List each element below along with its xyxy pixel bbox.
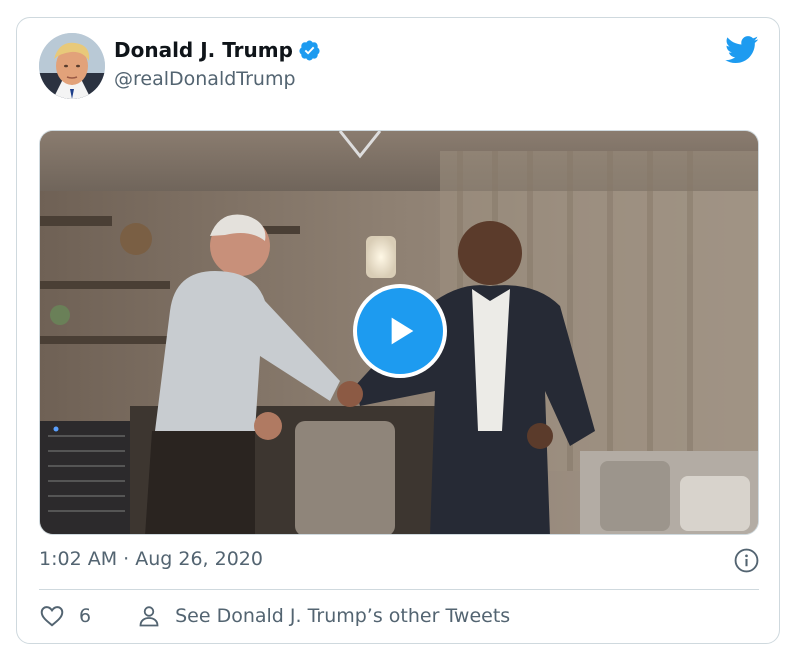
tweet-timestamp[interactable]: 1:02 AM · Aug 26, 2020 xyxy=(39,548,263,570)
twitter-bird-icon[interactable] xyxy=(725,36,759,64)
tweet-actions: 6 See Donald J. Trump’s other Tweets xyxy=(39,603,510,629)
see-other-tweets-link[interactable]: See Donald J. Trump’s other Tweets xyxy=(137,604,510,628)
heart-icon xyxy=(40,606,64,627)
avatar-image xyxy=(39,33,105,99)
author-name-row[interactable]: Donald J. Trump xyxy=(114,38,321,62)
info-icon[interactable] xyxy=(734,548,759,573)
person-icon xyxy=(139,606,159,627)
see-other-tweets-label: See Donald J. Trump’s other Tweets xyxy=(175,605,511,627)
author-display-name[interactable]: Donald J. Trump xyxy=(114,38,293,62)
embedded-tweet-card: Donald J. Trump @realDonaldTrump 1:02 AM… xyxy=(16,17,780,644)
play-icon xyxy=(391,317,414,345)
verified-badge-icon xyxy=(299,39,320,61)
like-button[interactable]: 6 xyxy=(39,603,91,629)
like-count: 6 xyxy=(79,605,92,627)
divider xyxy=(39,589,759,590)
author-handle[interactable]: @realDonaldTrump xyxy=(114,68,296,90)
video-player[interactable] xyxy=(39,130,759,535)
play-button[interactable] xyxy=(353,284,447,378)
avatar[interactable] xyxy=(39,33,105,99)
